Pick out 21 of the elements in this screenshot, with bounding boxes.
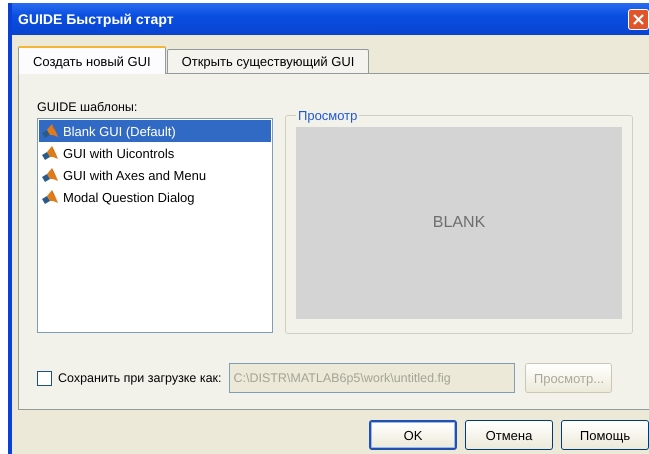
tab[interactable]: Открыть существующий GUI xyxy=(166,49,370,73)
dialog-button[interactable]: OK xyxy=(369,420,457,450)
matlab-icon xyxy=(41,123,59,139)
dialog-button[interactable]: Помощь xyxy=(561,420,649,450)
close-icon xyxy=(633,14,644,24)
template-item[interactable]: GUI with Uicontrols xyxy=(39,142,271,164)
window-title: GUIDE Быстрый старт xyxy=(18,11,174,27)
preview-text: BLANK xyxy=(432,214,486,232)
matlab-icon xyxy=(41,167,59,183)
template-item[interactable]: GUI with Axes and Menu xyxy=(39,164,271,186)
tab[interactable]: Создать новый GUI xyxy=(18,46,166,74)
save-label: Сохранить при загрузке как: xyxy=(58,371,222,385)
templates-label: GUIDE шаблоны: xyxy=(37,100,138,114)
close-button[interactable] xyxy=(628,8,649,30)
template-item[interactable]: Blank GUI (Default) xyxy=(39,120,271,142)
dialog-button[interactable]: Отмена xyxy=(465,420,553,450)
matlab-icon xyxy=(41,189,59,205)
template-item[interactable]: Modal Question Dialog xyxy=(39,186,271,208)
save-checkbox[interactable] xyxy=(37,370,52,386)
preview-legend: Просмотр xyxy=(296,108,360,123)
matlab-icon xyxy=(41,145,59,161)
